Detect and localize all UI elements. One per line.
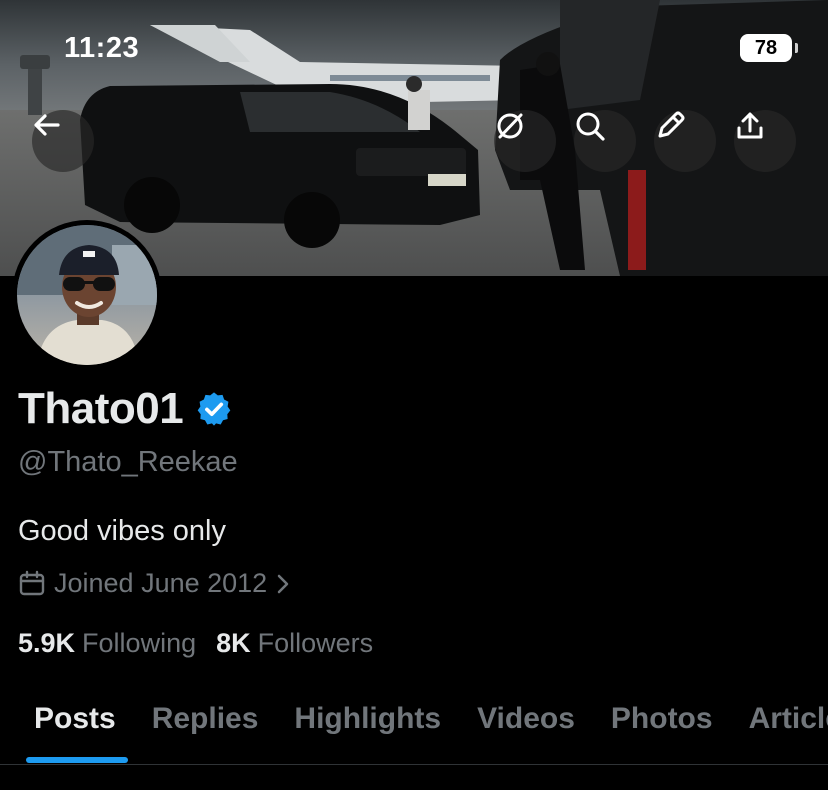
search-icon xyxy=(576,112,605,141)
tab-posts[interactable]: Posts xyxy=(0,690,134,766)
active-tab-indicator xyxy=(26,757,128,763)
verified-badge-icon[interactable] xyxy=(195,390,233,428)
share-icon xyxy=(737,112,763,139)
avatar[interactable] xyxy=(12,220,162,370)
back-button[interactable] xyxy=(32,110,94,172)
profile-handle: @Thato_Reekae xyxy=(18,446,238,478)
pencil-icon xyxy=(658,111,685,138)
followers-count: 8K xyxy=(216,628,251,658)
grok-button[interactable] xyxy=(494,110,556,172)
followers-link[interactable]: 8K Followers xyxy=(216,628,373,659)
following-count: 5.9K xyxy=(18,628,76,658)
joined-date: Joined June 2012 xyxy=(54,568,268,598)
profile-tabs: Posts Replies Highlights Videos Photos A… xyxy=(0,690,828,766)
followers-label: Followers xyxy=(257,628,374,658)
profile-bio: Good vibes only xyxy=(18,515,226,547)
tabs-divider xyxy=(0,764,828,765)
following-label: Following xyxy=(82,628,197,658)
profile-stats: 5.9K Following 8K Followers xyxy=(18,628,373,659)
following-link[interactable]: 5.9K Following xyxy=(18,628,196,659)
tab-photos[interactable]: Photos xyxy=(593,690,731,766)
tab-replies[interactable]: Replies xyxy=(134,690,277,766)
tab-videos[interactable]: Videos xyxy=(459,690,593,766)
tab-highlights[interactable]: Highlights xyxy=(276,690,459,766)
status-time: 11:23 xyxy=(64,32,140,64)
avatar-photo xyxy=(17,225,157,365)
profile-name-row: Thato01 xyxy=(18,384,233,434)
grok-icon xyxy=(497,113,523,139)
joined-date-row[interactable]: Joined June 2012 xyxy=(18,568,291,599)
back-arrow-icon xyxy=(34,114,60,136)
chevron-right-icon xyxy=(277,574,289,593)
display-name: Thato01 xyxy=(18,384,184,433)
battery-indicator: 78 xyxy=(740,34,798,62)
status-icons: 78 xyxy=(740,34,798,62)
search-button[interactable] xyxy=(574,110,636,172)
edit-button[interactable] xyxy=(654,110,716,172)
share-button[interactable] xyxy=(734,110,796,172)
calendar-icon xyxy=(19,570,45,595)
tab-articles[interactable]: Articles xyxy=(731,690,828,766)
